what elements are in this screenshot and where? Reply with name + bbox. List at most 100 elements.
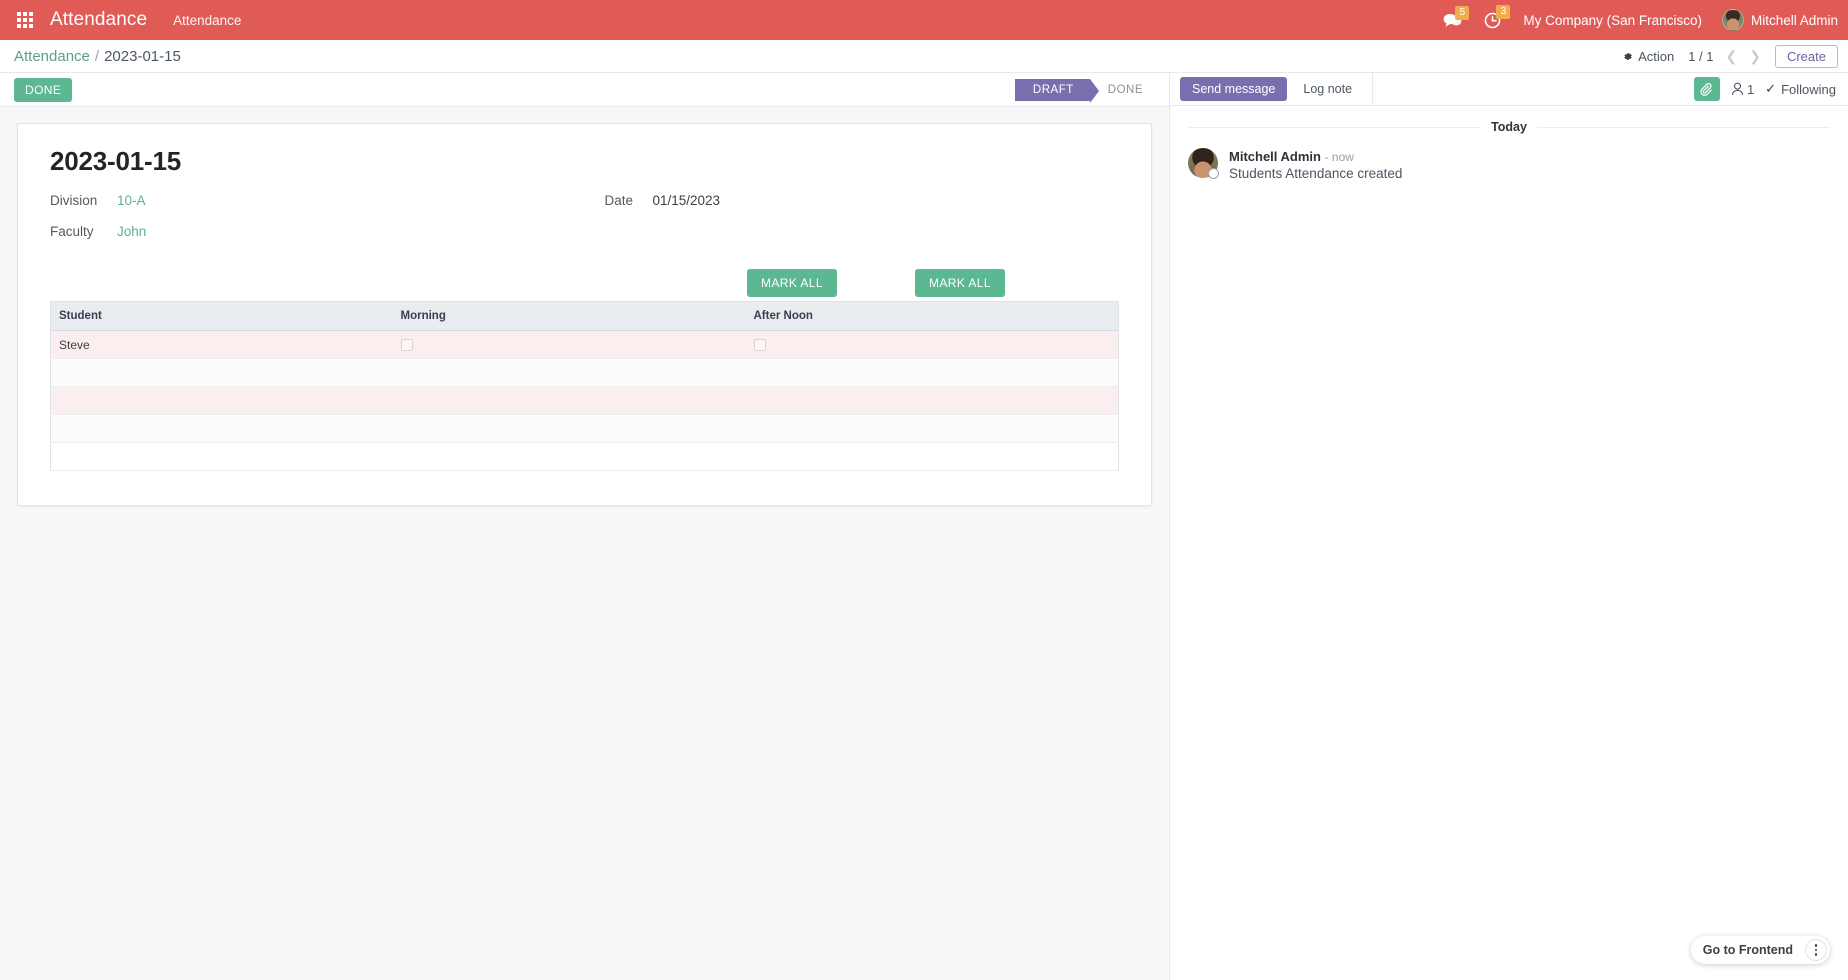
attendance-lines-table: Student Morning After Noon Steve <box>50 301 1119 471</box>
breadcrumb-separator: / <box>94 47 100 65</box>
dots-vertical-icon[interactable] <box>1805 939 1827 961</box>
send-message-button[interactable]: Send message <box>1180 77 1288 101</box>
cell-morning[interactable] <box>392 330 746 359</box>
menu-item-attendance[interactable]: Attendance <box>173 13 241 28</box>
activities-badge: 3 <box>1496 4 1511 19</box>
cell-morning[interactable] <box>392 386 746 415</box>
column-header-student[interactable]: Student <box>50 301 393 331</box>
following-toggle[interactable]: ✓ Following <box>1765 81 1836 97</box>
mark-all-afternoon-button[interactable]: MARK ALL <box>915 269 1005 297</box>
app-brand-name[interactable]: Attendance <box>50 9 147 31</box>
mark-all-morning-button[interactable]: MARK ALL <box>747 269 837 297</box>
done-action-button[interactable]: DONE <box>14 77 73 102</box>
afternoon-checkbox[interactable] <box>753 339 766 352</box>
cell-afternoon[interactable] <box>745 358 1119 387</box>
followers-count-value: 1 <box>1746 81 1755 97</box>
go-to-frontend-button[interactable]: Go to Frontend <box>1691 936 1805 964</box>
pager-value: 1 / 1 <box>1688 48 1714 64</box>
message-timestamp: - now <box>1324 150 1354 164</box>
message-item: Mitchell Admin - now Students Attendance… <box>1188 148 1830 181</box>
sheet-wrapper: 2023-01-15 Division 10-A Date 01/15/2023… <box>0 107 1169 506</box>
table-header-row: Student Morning After Noon <box>50 301 1119 331</box>
cell-afternoon[interactable] <box>745 386 1119 415</box>
message-author[interactable]: Mitchell Admin <box>1229 149 1321 164</box>
cell-morning[interactable] <box>392 442 746 471</box>
field-division-value[interactable]: 10-A <box>117 193 146 208</box>
gear-icon <box>1624 52 1632 60</box>
action-menu-button[interactable]: Action <box>1622 49 1674 64</box>
status-stage-draft[interactable]: DRAFT <box>1014 78 1099 103</box>
status-bar: DONE DRAFT DONE <box>0 73 1169 107</box>
pager: 1 / 1 ❮ ❯ <box>1688 49 1761 64</box>
breadcrumb-root[interactable]: Attendance <box>14 48 90 65</box>
form-pane: DONE DRAFT DONE 2023-01-15 Division 10-A… <box>0 73 1170 980</box>
message-text: Students Attendance created <box>1229 166 1403 181</box>
cell-afternoon[interactable] <box>745 330 1119 359</box>
following-label: Following <box>1781 81 1836 97</box>
cell-morning[interactable] <box>392 414 746 443</box>
chevron-left-icon[interactable]: ❮ <box>1726 49 1738 63</box>
field-date-label: Date <box>604 193 634 208</box>
field-division-label: Division <box>50 193 98 208</box>
user-menu[interactable]: Mitchell Admin <box>1721 9 1838 31</box>
fields-grid: Division 10-A Date 01/15/2023 Faculty Jo… <box>50 193 1119 239</box>
cell-student[interactable] <box>50 358 393 387</box>
messages-button[interactable]: 5 <box>1443 5 1470 28</box>
cell-student[interactable]: Steve <box>50 330 393 359</box>
separator-line-right <box>1536 126 1831 128</box>
cell-student[interactable] <box>50 442 393 471</box>
table-row[interactable] <box>50 358 1119 387</box>
chevron-right-icon[interactable]: ❯ <box>1749 49 1761 63</box>
log-note-button[interactable]: Log note <box>1291 77 1364 101</box>
field-date-value[interactable]: 01/15/2023 <box>653 193 721 208</box>
check-icon: ✓ <box>1765 81 1777 96</box>
table-row[interactable] <box>50 386 1119 415</box>
action-label: Action <box>1638 48 1675 64</box>
cell-afternoon[interactable] <box>745 442 1119 471</box>
table-body: Steve <box>50 330 1119 471</box>
field-faculty: Faculty John <box>50 224 565 239</box>
field-division: Division 10-A <box>50 193 565 208</box>
table-row[interactable] <box>50 414 1119 443</box>
chatter-thread: Today Mitchell Admin - now Students Atte… <box>1170 106 1848 181</box>
field-date: Date 01/15/2023 <box>605 193 1120 208</box>
apps-menu-button[interactable] <box>8 0 42 40</box>
mark-all-bar: MARK ALL MARK ALL <box>50 269 1119 297</box>
user-icon <box>1731 82 1744 96</box>
form-sheet: 2023-01-15 Division 10-A Date 01/15/2023… <box>17 123 1152 506</box>
table-row[interactable]: Steve <box>50 330 1119 359</box>
chatter-toolbar: Send message Log note 1 ✓ Following <box>1170 73 1848 106</box>
breadcrumb-current: 2023-01-15 <box>104 47 181 65</box>
frontend-pill: Go to Frontend <box>1690 936 1830 964</box>
message-header: Mitchell Admin - now <box>1229 149 1402 164</box>
field-faculty-label: Faculty <box>50 224 94 239</box>
cell-morning[interactable] <box>392 358 746 387</box>
day-separator: Today <box>1188 120 1831 134</box>
paperclip-icon <box>1700 82 1713 96</box>
cell-student[interactable] <box>50 414 393 443</box>
field-faculty-value[interactable]: John <box>117 224 146 239</box>
table-header: Student Morning After Noon <box>50 301 1119 331</box>
main-area: DONE DRAFT DONE 2023-01-15 Division 10-A… <box>0 73 1848 980</box>
cell-afternoon[interactable] <box>745 414 1119 443</box>
avatar <box>1188 148 1219 179</box>
morning-checkbox[interactable] <box>400 339 413 352</box>
top-navbar: Attendance Attendance 5 3 My Company (Sa… <box>0 0 1848 40</box>
status-stage-done[interactable]: DONE <box>1090 79 1159 101</box>
create-button[interactable]: Create <box>1774 44 1838 68</box>
navbar-right-group: 5 3 My Company (San Francisco) Mitchell … <box>1443 4 1848 31</box>
user-name: Mitchell Admin <box>1750 12 1838 28</box>
apps-grid-icon <box>17 12 33 28</box>
company-switcher[interactable]: My Company (San Francisco) <box>1523 13 1702 28</box>
cell-student[interactable] <box>50 386 393 415</box>
activities-button[interactable]: 3 <box>1484 4 1511 29</box>
column-header-afternoon[interactable]: After Noon <box>745 301 1119 331</box>
status-flow: DRAFT DONE <box>1014 78 1159 103</box>
column-header-morning[interactable]: Morning <box>392 301 746 331</box>
table-row[interactable] <box>50 442 1119 471</box>
messages-badge: 5 <box>1455 5 1470 20</box>
attachment-button[interactable] <box>1693 77 1720 101</box>
followers-button[interactable]: 1 <box>1731 82 1754 97</box>
control-panel: Attendance / 2023-01-15 Action 1 / 1 ❮ ❯… <box>0 40 1848 73</box>
message-body: Mitchell Admin - now Students Attendance… <box>1229 148 1402 181</box>
